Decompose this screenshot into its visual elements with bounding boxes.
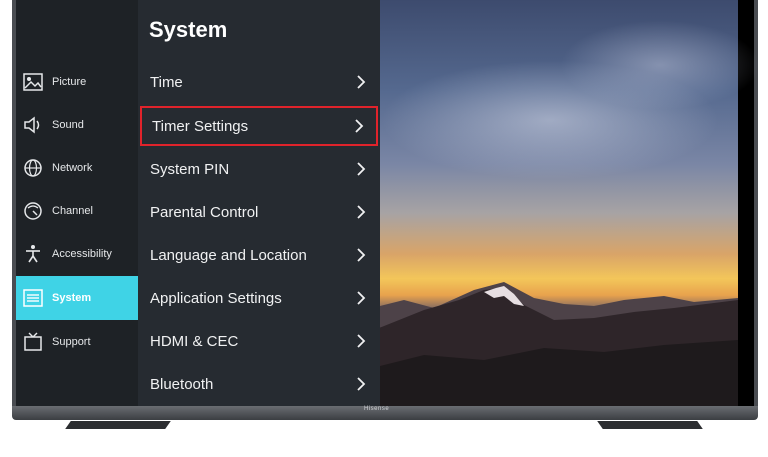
menu-item-system-pin[interactable]: System PIN [140, 149, 378, 189]
brand-logo: Hisense [364, 406, 390, 412]
chevron-right-icon [354, 205, 368, 219]
cloud [560, 20, 760, 110]
menu-item-bluetooth[interactable]: Bluetooth [140, 364, 378, 404]
chevron-right-icon [352, 119, 366, 133]
menu-item-label: Parental Control [150, 203, 259, 221]
sidebar-item-label: System [52, 292, 92, 304]
globe-icon [22, 157, 44, 179]
chevron-right-icon [354, 162, 368, 176]
system-list-icon [22, 287, 44, 309]
sidebar-item-label: Support [52, 336, 91, 348]
chevron-right-icon [354, 334, 368, 348]
tv-stand-left [65, 421, 171, 429]
mountain-range [364, 282, 738, 410]
chevron-right-icon [354, 377, 368, 391]
menu-item-time[interactable]: Time [140, 62, 378, 102]
menu-item-label: Application Settings [150, 289, 282, 307]
menu-item-language-location[interactable]: Language and Location [140, 235, 378, 275]
menu-item-label: Timer Settings [152, 117, 249, 135]
accessibility-icon [22, 243, 44, 265]
sidebar-item-picture[interactable]: Picture [16, 60, 138, 104]
tv-stand-right [597, 421, 703, 429]
sidebar-item-network[interactable]: Network [16, 146, 138, 190]
menu-item-timer-settings[interactable]: Timer Settings [140, 106, 378, 146]
menu-item-hdmi-cec[interactable]: HDMI & CEC [140, 321, 378, 361]
menu-item-label: Time [150, 73, 183, 91]
speaker-icon [22, 114, 44, 136]
menu-item-label: HDMI & CEC [150, 332, 239, 350]
sidebar-item-support[interactable]: Support [16, 320, 138, 364]
sidebar-item-channel[interactable]: Channel [16, 189, 138, 233]
picture-icon [22, 71, 44, 93]
menu-item-parental-control[interactable]: Parental Control [140, 192, 378, 232]
sidebar-item-sound[interactable]: Sound [16, 103, 138, 147]
sidebar-item-label: Sound [52, 119, 84, 131]
sidebar-item-system[interactable]: System [16, 276, 138, 320]
tv-support-icon [22, 331, 44, 353]
channel-dial-icon [22, 200, 44, 222]
sidebar-item-label: Network [52, 162, 93, 174]
menu-item-application-settings[interactable]: Application Settings [140, 278, 378, 318]
sidebar-item-label: Picture [52, 76, 87, 88]
menu-item-label: System PIN [150, 160, 230, 178]
chevron-right-icon [354, 291, 368, 305]
sidebar-item-label: Accessibility [52, 248, 112, 260]
page-title: System [149, 17, 228, 42]
sidebar-item-label: Channel [52, 205, 93, 217]
sidebar-item-accessibility[interactable]: Accessibility [16, 232, 138, 276]
chevron-right-icon [354, 75, 368, 89]
menu-item-label: Bluetooth [150, 375, 214, 393]
menu-item-label: Language and Location [150, 246, 307, 264]
chevron-right-icon [354, 248, 368, 262]
